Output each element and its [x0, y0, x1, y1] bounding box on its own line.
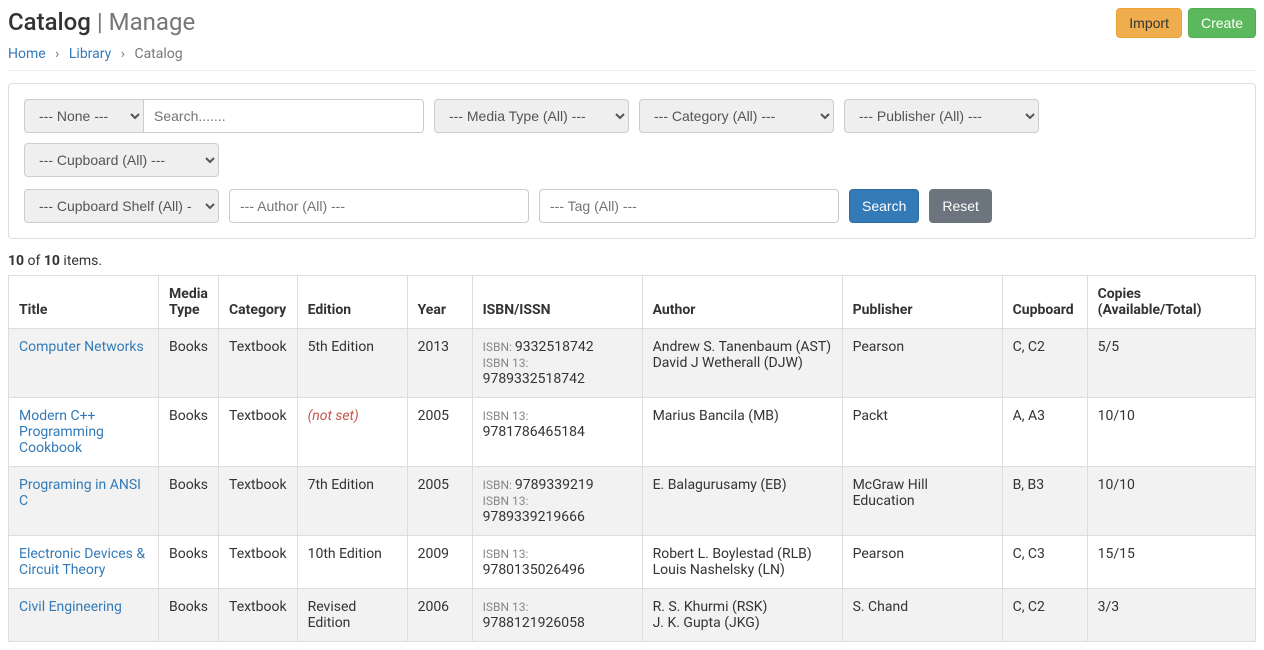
cell-copies: 10/10: [1087, 398, 1255, 467]
catalog-table: Title Media Type Category Edition Year I…: [8, 275, 1256, 642]
cell-author: R. S. Khurmi (RSK)J. K. Gupta (JKG): [642, 589, 842, 642]
col-isbn[interactable]: ISBN/ISSN: [472, 276, 642, 329]
cell-publisher: Pearson: [842, 329, 1002, 398]
col-publisher[interactable]: Publisher: [842, 276, 1002, 329]
cell-media-type: Books: [159, 467, 219, 536]
breadcrumb-library[interactable]: Library: [69, 46, 111, 62]
book-title-link[interactable]: Computer Networks: [19, 339, 144, 355]
col-media-type[interactable]: Media Type: [159, 276, 219, 329]
cell-year: 2005: [407, 467, 472, 536]
cell-author: Andrew S. Tanenbaum (AST)David J Wethera…: [642, 329, 842, 398]
book-title-link[interactable]: Modern C++ Programming Cookbook: [19, 408, 104, 456]
cell-edition: 5th Edition: [297, 329, 407, 398]
cell-publisher: Pearson: [842, 536, 1002, 589]
col-author[interactable]: Author: [642, 276, 842, 329]
book-title-link[interactable]: Electronic Devices & Circuit Theory: [19, 546, 145, 578]
import-button[interactable]: Import: [1116, 8, 1182, 38]
cupboard-select[interactable]: --- Cupboard (All) ---: [24, 143, 219, 177]
table-row: Civil Engineering BooksTextbookRevised Ed…: [9, 589, 1256, 642]
cell-publisher: S. Chand: [842, 589, 1002, 642]
cell-cupboard: A, A3: [1002, 398, 1087, 467]
page-title: Catalog | Manage: [8, 8, 195, 36]
book-title-link[interactable]: Civil Engineering: [19, 599, 122, 615]
search-input[interactable]: [144, 99, 424, 133]
breadcrumb-separator: ›: [55, 46, 59, 62]
col-edition[interactable]: Edition: [297, 276, 407, 329]
tag-input[interactable]: [539, 189, 839, 223]
col-category[interactable]: Category: [219, 276, 298, 329]
col-title[interactable]: Title: [9, 276, 159, 329]
cell-isbn: ISBN 13: 9788121926058: [472, 589, 642, 642]
table-row: Modern C++ Programming Cookbook BooksText…: [9, 398, 1256, 467]
publisher-select[interactable]: --- Publisher (All) ---: [844, 99, 1039, 133]
col-copies[interactable]: Copies (Available/Total): [1087, 276, 1255, 329]
category-select[interactable]: --- Category (All) ---: [639, 99, 834, 133]
page-title-main: Catalog: [8, 8, 91, 36]
filter-panel: --- None --- --- Media Type (All) --- --…: [8, 83, 1256, 239]
search-button[interactable]: Search: [849, 189, 919, 223]
cell-media-type: Books: [159, 398, 219, 467]
page-title-sub: Manage: [109, 8, 196, 36]
cell-edition: 10th Edition: [297, 536, 407, 589]
breadcrumb-separator: ›: [121, 46, 125, 62]
cell-isbn: ISBN 13: 9781786465184: [472, 398, 642, 467]
cell-category: Textbook: [219, 467, 298, 536]
cell-edition: (not set): [297, 398, 407, 467]
cell-isbn: ISBN: 9789339219ISBN 13: 9789339219666: [472, 467, 642, 536]
cell-author: Marius Bancila (MB): [642, 398, 842, 467]
breadcrumb-home[interactable]: Home: [8, 46, 46, 62]
cell-media-type: Books: [159, 329, 219, 398]
cell-media-type: Books: [159, 536, 219, 589]
cell-isbn: ISBN 13: 9780135026496: [472, 536, 642, 589]
cell-category: Textbook: [219, 536, 298, 589]
col-year[interactable]: Year: [407, 276, 472, 329]
book-title-link[interactable]: Programing in ANSI C: [19, 477, 141, 509]
cupboard-shelf-select[interactable]: --- Cupboard Shelf (All) ---: [24, 189, 219, 223]
cell-year: 2006: [407, 589, 472, 642]
media-type-select[interactable]: --- Media Type (All) ---: [434, 99, 629, 133]
author-input[interactable]: [229, 189, 529, 223]
create-button[interactable]: Create: [1188, 8, 1256, 38]
col-cupboard[interactable]: Cupboard: [1002, 276, 1087, 329]
cell-publisher: Packt: [842, 398, 1002, 467]
breadcrumb-current: Catalog: [134, 46, 182, 62]
breadcrumb: Home › Library › Catalog: [8, 46, 1256, 71]
cell-edition: 7th Edition: [297, 467, 407, 536]
cell-cupboard: C, C2: [1002, 329, 1087, 398]
table-row: Computer Networks BooksTextbook5th Editio…: [9, 329, 1256, 398]
table-row: Programing in ANSI C BooksTextbook7th Edi…: [9, 467, 1256, 536]
cell-cupboard: C, C2: [1002, 589, 1087, 642]
cell-cupboard: C, C3: [1002, 536, 1087, 589]
table-row: Electronic Devices & Circuit Theory Books…: [9, 536, 1256, 589]
cell-media-type: Books: [159, 589, 219, 642]
reset-button[interactable]: Reset: [929, 189, 992, 223]
cell-category: Textbook: [219, 398, 298, 467]
cell-year: 2013: [407, 329, 472, 398]
cell-publisher: McGraw Hill Education: [842, 467, 1002, 536]
cell-copies: 3/3: [1087, 589, 1255, 642]
cell-year: 2009: [407, 536, 472, 589]
cell-copies: 15/15: [1087, 536, 1255, 589]
cell-copies: 10/10: [1087, 467, 1255, 536]
cell-edition: Revised Edition: [297, 589, 407, 642]
cell-category: Textbook: [219, 589, 298, 642]
cell-author: Robert L. Boylestad (RLB)Louis Nashelsky…: [642, 536, 842, 589]
filter-none-select[interactable]: --- None ---: [24, 99, 144, 133]
cell-category: Textbook: [219, 329, 298, 398]
cell-isbn: ISBN: 9332518742ISBN 13: 9789332518742: [472, 329, 642, 398]
results-summary: 10 of 10 items.: [8, 253, 1256, 269]
cell-author: E. Balagurusamy (EB): [642, 467, 842, 536]
cell-year: 2005: [407, 398, 472, 467]
cell-copies: 5/5: [1087, 329, 1255, 398]
cell-cupboard: B, B3: [1002, 467, 1087, 536]
